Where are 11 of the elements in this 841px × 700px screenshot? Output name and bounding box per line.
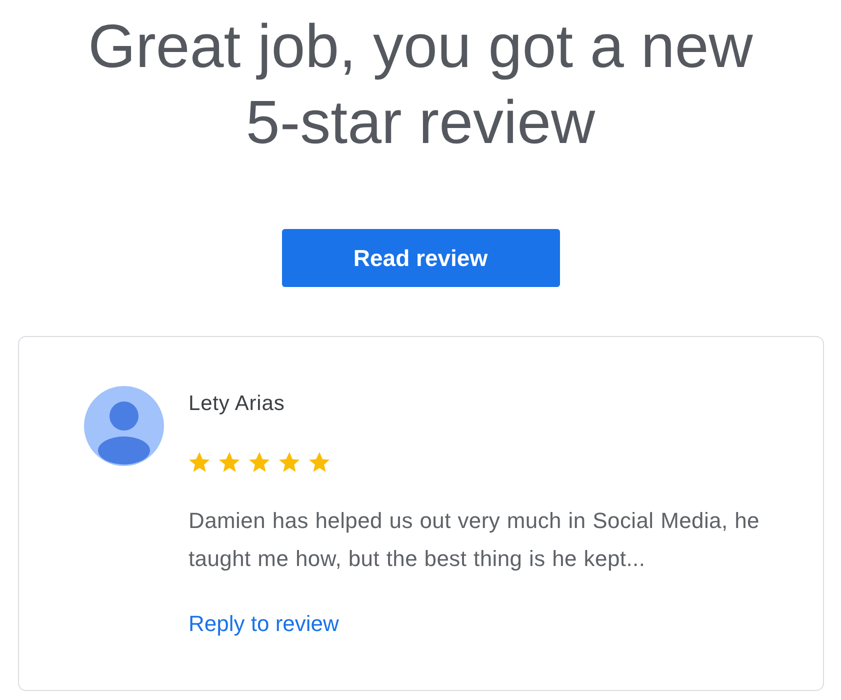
star-icon <box>218 452 240 472</box>
avatar-icon <box>84 386 164 466</box>
reviewer-name: Lety Arias <box>188 392 285 416</box>
review-text: Damien has helped us out very much in Social Media, he taught me how, but the best thing is he kept... <box>188 507 760 573</box>
star-icon <box>188 452 210 472</box>
star-icon <box>308 452 330 472</box>
reply-to-review-link[interactable]: Reply to review <box>188 611 339 637</box>
read-review-button[interactable]: Read review <box>282 229 560 287</box>
star-icon <box>278 452 300 472</box>
star-icon <box>248 452 270 472</box>
headline: Great job, you got a new 5-star review <box>87 11 754 158</box>
